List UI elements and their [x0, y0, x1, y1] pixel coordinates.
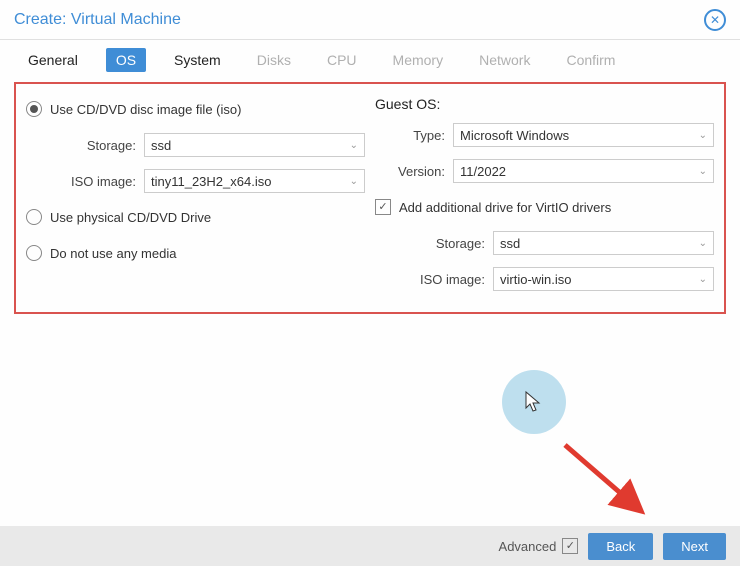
media-storage-label: Storage:	[26, 138, 136, 153]
tab-os[interactable]: OS	[106, 48, 146, 72]
virtio-iso-label: ISO image:	[375, 272, 485, 287]
tab-confirm: Confirm	[558, 48, 623, 72]
radio-label: Do not use any media	[50, 246, 176, 261]
os-panel: Use CD/DVD disc image file (iso) Storage…	[14, 82, 726, 314]
guest-type-label: Type:	[375, 128, 445, 143]
guest-type-value: Microsoft Windows	[460, 128, 569, 143]
guest-os-heading: Guest OS:	[375, 96, 714, 112]
media-storage-select[interactable]: ssd ⌄	[144, 133, 365, 157]
tab-system[interactable]: System	[166, 48, 229, 72]
tab-memory: Memory	[385, 48, 452, 72]
media-storage-value: ssd	[151, 138, 171, 153]
chevron-down-icon: ⌄	[350, 140, 358, 151]
radio-use-iso[interactable]: Use CD/DVD disc image file (iso)	[26, 96, 365, 122]
chevron-down-icon: ⌄	[699, 274, 707, 285]
media-iso-label: ISO image:	[26, 174, 136, 189]
radio-icon	[26, 209, 42, 225]
create-vm-window: Create: Virtual Machine ✕ General OS Sys…	[0, 0, 740, 566]
guest-version-value: 11/2022	[460, 164, 506, 179]
checkbox-icon: ✓	[562, 538, 578, 554]
radio-label: Use physical CD/DVD Drive	[50, 210, 211, 225]
close-icon[interactable]: ✕	[704, 9, 726, 31]
chevron-down-icon: ⌄	[699, 238, 707, 249]
guest-version-select[interactable]: 11/2022 ⌄	[453, 159, 714, 183]
virtio-storage-value: ssd	[500, 236, 520, 251]
advanced-toggle[interactable]: Advanced ✓	[499, 538, 579, 554]
virtio-iso-row: ISO image: virtio-win.iso ⌄	[375, 266, 714, 292]
back-button[interactable]: Back	[588, 533, 653, 560]
chevron-down-icon: ⌄	[699, 130, 707, 141]
guest-type-row: Type: Microsoft Windows ⌄	[375, 122, 714, 148]
radio-icon	[26, 101, 42, 117]
virtio-iso-select[interactable]: virtio-win.iso ⌄	[493, 267, 714, 291]
guest-version-row: Version: 11/2022 ⌄	[375, 158, 714, 184]
media-iso-select[interactable]: tiny11_23H2_x64.iso ⌄	[144, 169, 365, 193]
tab-strip: General OS System Disks CPU Memory Netwo…	[0, 40, 740, 82]
virtio-storage-select[interactable]: ssd ⌄	[493, 231, 714, 255]
window-title: Create: Virtual Machine	[14, 11, 704, 29]
virtio-checkbox-label: Add additional drive for VirtIO drivers	[399, 200, 611, 215]
guest-version-label: Version:	[375, 164, 445, 179]
tab-general[interactable]: General	[20, 48, 86, 72]
media-storage-row: Storage: ssd ⌄	[26, 132, 365, 158]
radio-use-physical[interactable]: Use physical CD/DVD Drive	[26, 204, 365, 230]
tab-network: Network	[471, 48, 538, 72]
titlebar: Create: Virtual Machine ✕	[0, 0, 740, 40]
annotation-arrow-icon	[560, 440, 650, 520]
guest-os-column: Guest OS: Type: Microsoft Windows ⌄ Vers…	[375, 96, 714, 292]
tab-disks: Disks	[249, 48, 299, 72]
wizard-footer: Advanced ✓ Back Next	[0, 526, 740, 566]
virtio-checkbox-row[interactable]: ✓ Add additional drive for VirtIO driver…	[375, 194, 714, 220]
guest-type-select[interactable]: Microsoft Windows ⌄	[453, 123, 714, 147]
media-column: Use CD/DVD disc image file (iso) Storage…	[26, 96, 365, 292]
chevron-down-icon: ⌄	[350, 176, 358, 187]
tab-cpu: CPU	[319, 48, 365, 72]
next-button[interactable]: Next	[663, 533, 726, 560]
virtio-storage-row: Storage: ssd ⌄	[375, 230, 714, 256]
media-iso-value: tiny11_23H2_x64.iso	[151, 174, 271, 189]
virtio-storage-label: Storage:	[375, 236, 485, 251]
checkbox-icon: ✓	[375, 199, 391, 215]
media-iso-row: ISO image: tiny11_23H2_x64.iso ⌄	[26, 168, 365, 194]
radio-label: Use CD/DVD disc image file (iso)	[50, 102, 241, 117]
virtio-iso-value: virtio-win.iso	[500, 272, 572, 287]
chevron-down-icon: ⌄	[699, 166, 707, 177]
radio-no-media[interactable]: Do not use any media	[26, 240, 365, 266]
mouse-cursor-icon	[524, 390, 544, 420]
radio-icon	[26, 245, 42, 261]
advanced-label: Advanced	[499, 539, 557, 554]
